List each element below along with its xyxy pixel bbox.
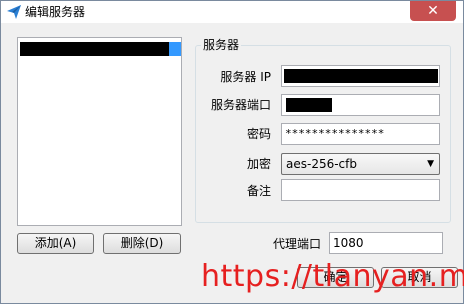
encryption-selected-value: aes-256-cfb: [286, 157, 357, 171]
server-list[interactable]: [17, 37, 182, 226]
remove-button[interactable]: 删除(D): [103, 233, 181, 254]
title-bar[interactable]: 编辑服务器 ✕: [1, 1, 463, 23]
close-button[interactable]: ✕: [410, 1, 456, 21]
server-ip-input[interactable]: [281, 65, 440, 87]
encryption-select[interactable]: aes-256-cfb ▼: [281, 153, 440, 175]
server-group-title: 服务器: [201, 37, 242, 53]
add-button[interactable]: 添加(A): [17, 233, 94, 254]
remarks-input[interactable]: [281, 179, 440, 201]
server-port-redaction: [286, 98, 332, 112]
remove-button-label: 删除(D): [120, 236, 164, 250]
window-title: 编辑服务器: [25, 5, 86, 19]
close-icon: ✕: [427, 3, 439, 19]
dropdown-arrow-icon: ▼: [427, 159, 434, 169]
server-ip-label: 服务器 IP: [220, 70, 271, 84]
list-item-selected[interactable]: [20, 42, 181, 56]
encryption-label: 加密: [246, 157, 271, 171]
paper-plane-icon: [7, 5, 21, 19]
password-label: 密码: [246, 127, 271, 141]
edit-servers-dialog: 编辑服务器 ✕ 添加(A) 删除(D) 服务器 服务器 IP 服务器端口 密码 …: [0, 0, 464, 304]
proxy-port-label: 代理端口: [272, 237, 321, 251]
add-button-label: 添加(A): [34, 236, 77, 250]
remarks-label: 备注: [246, 184, 271, 198]
server-ip-redaction: [284, 69, 438, 83]
server-port-input[interactable]: [281, 94, 440, 116]
proxy-port-input[interactable]: 1080: [329, 232, 443, 254]
password-input[interactable]: ***************: [281, 123, 440, 145]
watermark-text: https://tlanyan.me: [201, 259, 464, 294]
server-port-label: 服务器端口: [210, 98, 271, 112]
list-item-label: [20, 42, 169, 56]
